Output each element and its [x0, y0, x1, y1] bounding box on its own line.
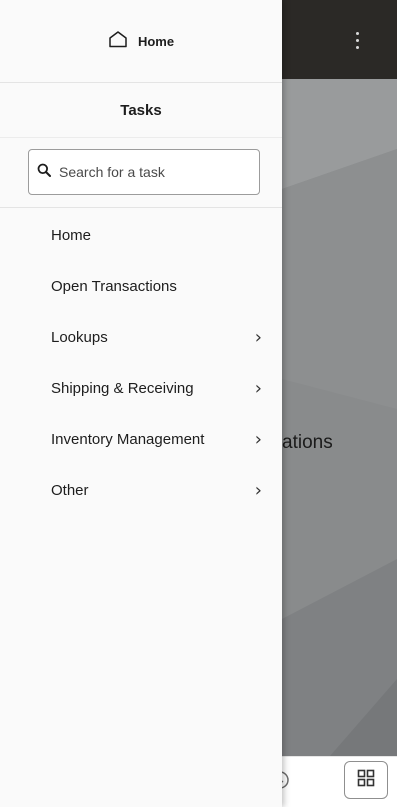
search-icon: [37, 163, 51, 182]
tasks-drawer: Home Tasks Home Open Transactions Lookup…: [0, 0, 282, 807]
menu-item-shipping-receiving[interactable]: Shipping & Receiving ›: [0, 363, 282, 414]
search-input[interactable]: [57, 163, 247, 181]
menu-item-home[interactable]: Home: [0, 210, 282, 261]
menu-item-label: Open Transactions: [51, 278, 177, 295]
home-icon: [108, 30, 128, 53]
more-options-icon[interactable]: [345, 24, 369, 56]
background-page-title: ations: [282, 432, 333, 453]
menu-item-label: Shipping & Receiving: [51, 380, 194, 397]
apps-grid-button[interactable]: [344, 761, 388, 799]
home-link-label: Home: [137, 33, 175, 49]
chevron-right-icon: ›: [254, 327, 262, 348]
menu-item-label: Inventory Management: [51, 431, 205, 448]
task-menu: Home Open Transactions Lookups › Shippin…: [0, 208, 282, 516]
menu-item-lookups[interactable]: Lookups ›: [0, 312, 282, 363]
search-field[interactable]: [28, 149, 260, 195]
drawer-title: Tasks: [0, 83, 282, 138]
menu-item-other[interactable]: Other ›: [0, 465, 282, 516]
chevron-right-icon: ›: [254, 429, 262, 450]
chevron-right-icon: ›: [254, 480, 262, 501]
menu-item-open-transactions[interactable]: Open Transactions: [0, 261, 282, 312]
grid-icon: [357, 769, 375, 792]
search-container: [0, 138, 282, 208]
menu-item-label: Home: [51, 227, 92, 244]
menu-item-inventory-management[interactable]: Inventory Management ›: [0, 414, 282, 465]
menu-item-label: Lookups: [51, 329, 108, 346]
chevron-right-icon: ›: [254, 378, 262, 399]
home-link[interactable]: Home: [0, 0, 282, 83]
menu-item-label: Other: [51, 482, 89, 499]
